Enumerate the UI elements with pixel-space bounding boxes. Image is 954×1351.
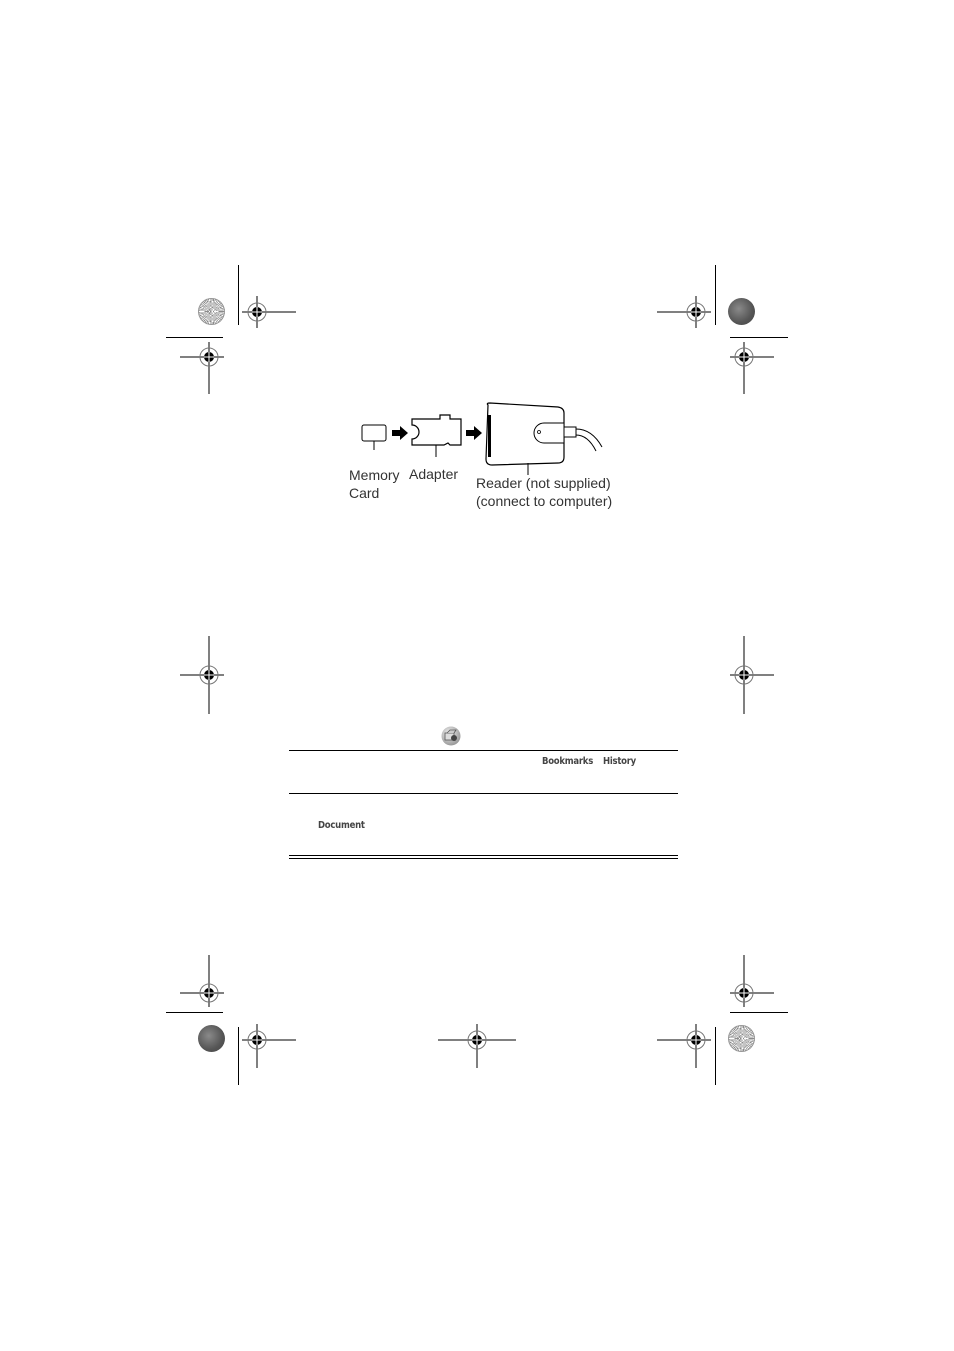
adapter-label: Adapter — [409, 466, 459, 482]
reader-label-line1: Reader (not supplied) — [476, 475, 611, 491]
adapter-icon — [411, 414, 462, 457]
registration-mark-icon — [657, 1024, 711, 1068]
memory-card-label: Memory Card — [349, 466, 400, 502]
bookmarks-keyword: Bookmarks — [542, 756, 594, 767]
document-keyword: Document — [318, 820, 365, 831]
registration-mark-icon — [180, 342, 224, 394]
registration-mark-icon — [730, 636, 774, 714]
registration-mark-icon — [438, 1024, 516, 1068]
registration-mark-icon — [242, 1024, 296, 1068]
arrow-right-icon — [392, 426, 408, 440]
crop-mark — [715, 1027, 716, 1085]
registration-mark-icon — [242, 296, 296, 328]
color-disc-dark-icon — [728, 298, 755, 325]
registration-mark-icon — [180, 636, 224, 714]
memory-card-label-line1: Memory — [349, 467, 400, 483]
registration-mark-icon — [180, 955, 224, 1007]
registration-mark-icon — [730, 342, 774, 394]
crop-mark — [730, 337, 788, 338]
table-bottom-rule — [289, 855, 678, 856]
reader-label-line2: (connect to computer) — [476, 493, 613, 509]
table-bottom-rule-double — [289, 858, 678, 859]
memory-card-icon — [361, 424, 387, 450]
table-row-divider — [289, 793, 678, 794]
arrow-right-icon — [466, 426, 482, 440]
registration-mark-icon — [657, 296, 711, 328]
crop-mark — [715, 265, 716, 325]
color-disc-light-icon — [728, 1025, 755, 1052]
color-disc-dark-icon — [198, 1025, 225, 1052]
crop-mark — [238, 265, 239, 325]
card-reader-icon — [485, 402, 603, 475]
figure-illustration — [361, 402, 603, 475]
color-disc-light-icon — [198, 298, 225, 325]
reader-label: Reader (not supplied) (connect to comput… — [476, 474, 612, 510]
crop-mark — [238, 1027, 239, 1085]
crop-mark — [166, 337, 223, 338]
crop-mark — [166, 1012, 223, 1013]
browser-icon — [441, 726, 461, 746]
memory-card-label-line2: Card — [349, 485, 380, 501]
registration-mark-icon — [730, 955, 774, 1007]
crop-mark — [730, 1012, 788, 1013]
history-keyword: History — [603, 756, 636, 767]
table-top-rule — [289, 750, 678, 751]
